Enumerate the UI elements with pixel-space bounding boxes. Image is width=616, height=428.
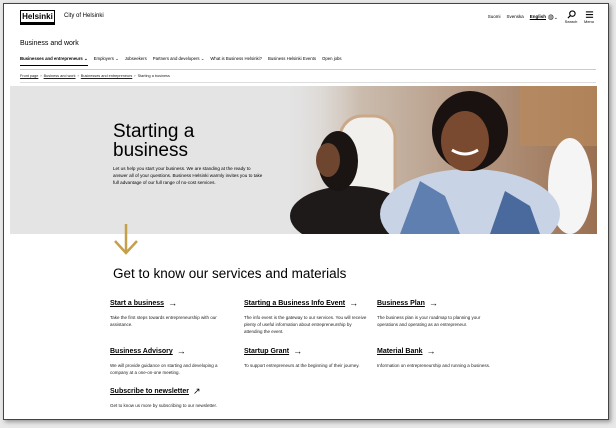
- top-bar: Helsinki City of Helsinki Suomi Svenska …: [4, 4, 608, 31]
- nav-partners[interactable]: Partners and developers ⌄: [153, 56, 205, 66]
- search-label: Search: [564, 19, 578, 24]
- lang-suomi[interactable]: Suomi: [488, 14, 501, 19]
- service-link[interactable]: Subscribe to newsletter: [110, 388, 189, 395]
- service-link[interactable]: Starting a Business Info Event: [244, 300, 345, 307]
- service-link[interactable]: Material Bank: [377, 348, 423, 355]
- service-description: Take the first steps towards entrepreneu…: [110, 315, 217, 327]
- arrow-right-icon[interactable]: →: [427, 346, 436, 356]
- service-description: To support entrepreneurs at the beginnin…: [244, 363, 360, 368]
- hero-photo: [280, 86, 597, 234]
- browser-page: Helsinki City of Helsinki Suomi Svenska …: [3, 3, 609, 420]
- helsinki-logo[interactable]: Helsinki: [20, 10, 55, 25]
- arrow-right-icon[interactable]: →: [349, 298, 358, 308]
- service-link[interactable]: Business Plan: [377, 300, 425, 307]
- service-card-newsletter: Subscribe to newsletter ↗ Get to know us …: [110, 380, 235, 409]
- service-card-material-bank: Material Bank → Information on entreprene…: [377, 340, 502, 369]
- language-switcher: Suomi Svenska English: [488, 14, 546, 19]
- hamburger-icon: [585, 11, 593, 18]
- service-link[interactable]: Business Advisory: [110, 348, 173, 355]
- city-name[interactable]: City of Helsinki: [64, 13, 104, 19]
- service-description: Get to know us more by subscribing to ou…: [110, 403, 218, 408]
- service-description: The business plan is your roadmap to pla…: [377, 315, 481, 327]
- lang-english[interactable]: English: [530, 14, 546, 19]
- service-card-advisory: Business Advisory → We will provide guida…: [110, 340, 235, 376]
- globe-icon[interactable]: ◍⌄: [548, 13, 558, 21]
- breadcrumb-front-page[interactable]: Front page: [20, 74, 38, 78]
- services-heading: Get to know our services and materials: [113, 266, 347, 281]
- section-title[interactable]: Business and work: [20, 40, 79, 47]
- menu-button[interactable]: Menu: [582, 10, 596, 24]
- hero-intro: Let us help you start your business. We …: [113, 166, 263, 185]
- menu-label: Menu: [583, 19, 594, 24]
- nav-businesses[interactable]: Businesses and entrepreneurs ⌄: [20, 56, 88, 66]
- nav-open-jobs[interactable]: Open jobs: [322, 56, 342, 66]
- service-card-business-plan: Business Plan → The business plan is your…: [377, 292, 502, 328]
- arrow-right-icon[interactable]: →: [177, 346, 186, 356]
- arrow-right-icon[interactable]: →: [168, 298, 177, 308]
- nav-employers[interactable]: Employers ⌄: [94, 56, 119, 66]
- breadcrumb-business-work[interactable]: Business and work: [44, 74, 76, 78]
- service-description: Information on entrepreneurship and runn…: [377, 363, 491, 368]
- divider: [20, 82, 596, 83]
- breadcrumb: Front page › Business and work › Businesse…: [20, 74, 170, 78]
- service-card-startup-grant: Startup Grant → To support entrepreneurs …: [244, 340, 369, 369]
- search-button[interactable]: Search: [564, 10, 578, 24]
- arrow-right-icon[interactable]: →: [293, 346, 302, 356]
- divider: [20, 69, 596, 70]
- service-card-start-business: Start a business → Take the first steps t…: [110, 292, 235, 328]
- breadcrumb-businesses[interactable]: Businesses and entrepreneurs: [81, 74, 133, 78]
- arrow-down-icon: [114, 224, 138, 255]
- hero-banner: Starting a business Let us help you star…: [10, 86, 597, 234]
- nav-jobseekers[interactable]: Jobseekers: [125, 56, 147, 66]
- nav-events[interactable]: Business Helsinki Events: [268, 56, 316, 66]
- service-description: We will provide guidance on starting and…: [110, 363, 218, 375]
- lang-svenska[interactable]: Svenska: [506, 14, 523, 19]
- service-card-info-event: Starting a Business Info Event → The info…: [244, 292, 369, 335]
- breadcrumb-current: Starting a business: [137, 74, 170, 78]
- search-icon: [566, 10, 576, 19]
- page-title: Starting a business: [113, 121, 195, 161]
- nav-what-is[interactable]: What is Business Helsinki?: [210, 56, 262, 66]
- arrow-right-icon[interactable]: →: [429, 298, 438, 308]
- service-link[interactable]: Startup Grant: [244, 348, 289, 355]
- service-description: The info event is the gateway to our ser…: [244, 315, 367, 334]
- main-nav: Businesses and entrepreneurs ⌄ Employers…: [20, 56, 342, 66]
- external-link-icon[interactable]: ↗: [193, 386, 201, 396]
- service-link[interactable]: Start a business: [110, 300, 164, 307]
